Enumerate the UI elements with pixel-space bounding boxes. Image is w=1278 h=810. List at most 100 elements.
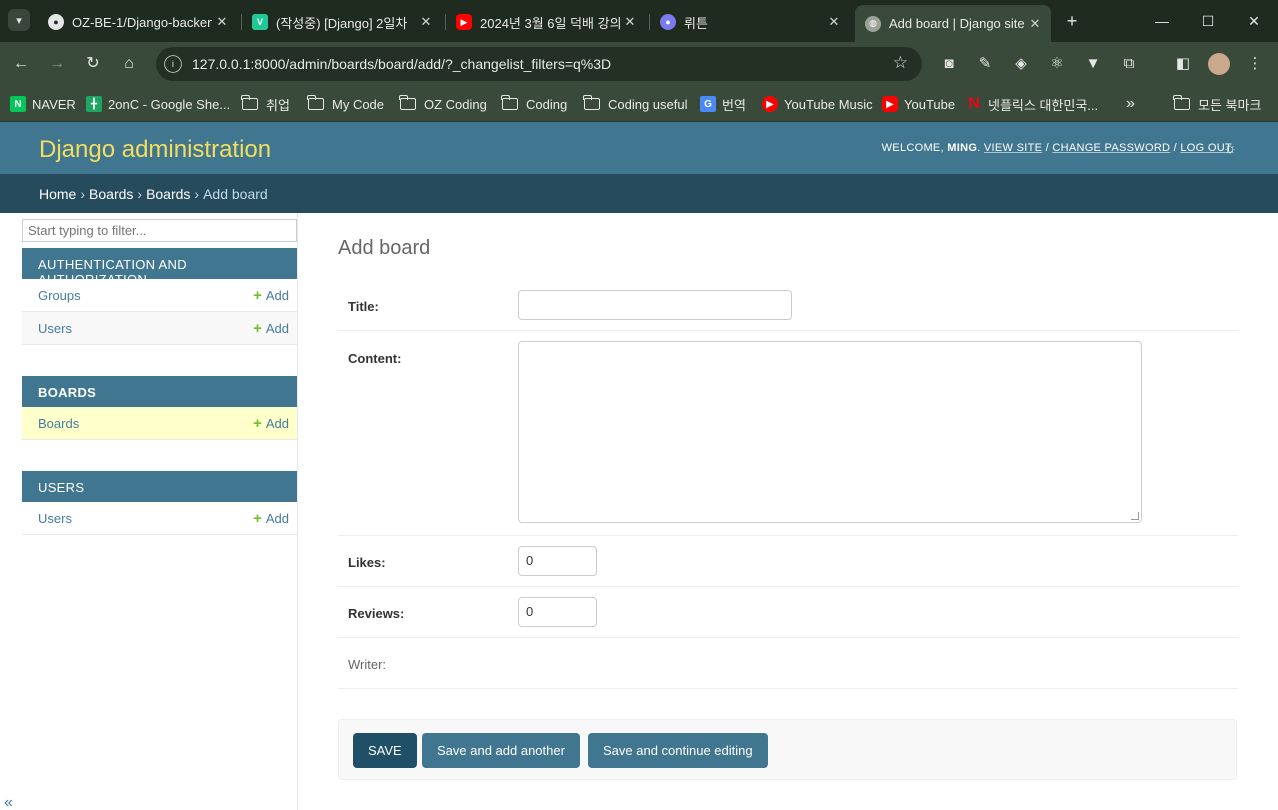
browser-tab[interactable]: ▶ 2024년 3월 6일 덕배 강의 ✕ [446, 6, 646, 38]
extension-icon[interactable]: ◈ [1010, 53, 1032, 75]
breadcrumb-home[interactable]: Home [39, 186, 76, 202]
vue-devtools-icon[interactable]: ▼ [1082, 53, 1104, 75]
profile-avatar[interactable] [1208, 53, 1230, 75]
eyedropper-icon[interactable]: ✎ [974, 53, 996, 75]
breadcrumb-model[interactable]: Boards [146, 186, 190, 202]
save-button[interactable]: SAVE [353, 733, 417, 768]
save-and-continue-editing-button[interactable]: Save and continue editing [588, 733, 768, 768]
likes-input[interactable]: 0 [518, 546, 597, 576]
sidebar-item-label[interactable]: Boards [38, 416, 79, 431]
bookmark-label: Coding [526, 96, 568, 112]
submit-row: SAVE Save and add another Save and conti… [338, 719, 1237, 780]
bookmark-star-icon[interactable]: ☆ [893, 53, 908, 73]
bookmark-label: OZ Coding [424, 96, 487, 112]
home-icon[interactable]: ⌂ [118, 53, 140, 75]
bookmark-sheets[interactable]: ╋ 2onC - Google She... [86, 93, 230, 115]
site-branding[interactable]: Django administration [39, 136, 271, 164]
tab-close-icon[interactable]: ✕ [620, 14, 640, 30]
sidebar-item-groups[interactable]: Groups + Add [22, 279, 297, 312]
theme-toggle-sun-icon[interactable]: ☼ [1222, 141, 1238, 157]
bookmark-youtube-music[interactable]: ▶ YouTube Music [762, 93, 873, 115]
sidebar-item-label[interactable]: Groups [38, 288, 81, 303]
tab-close-icon[interactable]: ✕ [1025, 16, 1045, 32]
sidebar-item-users[interactable]: Users + Add [22, 502, 297, 535]
url-text: 127.0.0.1:8000/admin/boards/board/add/?_… [192, 56, 612, 72]
add-link[interactable]: + Add [253, 287, 289, 304]
sidebar-item-boards[interactable]: Boards + Add [22, 407, 297, 440]
side-panel-icon[interactable]: ◧ [1172, 53, 1194, 75]
title-input[interactable] [518, 290, 792, 320]
forward-arrow-icon[interactable]: → [46, 53, 68, 75]
youtube-music-icon: ▶ [762, 96, 778, 112]
reload-icon[interactable]: ↻ [82, 53, 104, 75]
browser-tab[interactable]: ● 뤼튼 ✕ [650, 6, 850, 38]
module-caption[interactable]: USERS [22, 471, 297, 502]
bookmark-netflix[interactable]: N 넷플릭스 대한민국... [966, 93, 1098, 115]
browser-tab-active[interactable]: ◍ Add board | Django site admin ✕ [855, 5, 1051, 42]
resize-handle-icon[interactable] [1131, 512, 1139, 520]
all-bookmarks-folder[interactable]: 모든 북마크 [1173, 93, 1261, 115]
writer-label: Writer: [348, 657, 387, 672]
new-tab-button[interactable]: + [1062, 10, 1082, 32]
plus-icon: + [253, 415, 262, 432]
react-devtools-icon[interactable]: ⚛ [1046, 53, 1068, 75]
bookmark-naver[interactable]: N NAVER [10, 93, 76, 115]
tab-close-icon[interactable]: ✕ [212, 14, 232, 30]
maximize-icon[interactable]: ☐ [1196, 10, 1220, 32]
sidebar-item-label[interactable]: Users [38, 321, 72, 336]
reviews-input[interactable]: 0 [518, 597, 597, 627]
sidebar-item-label[interactable]: Users [38, 511, 72, 526]
module-caption[interactable]: BOARDS [22, 376, 297, 407]
window-close-icon[interactable]: ✕ [1242, 10, 1266, 32]
form-row-content: Content: [338, 331, 1238, 536]
tab-close-icon[interactable]: ✕ [824, 14, 844, 30]
toggle-sidebar-button[interactable]: « [4, 794, 13, 810]
site-info-icon[interactable]: i [164, 55, 182, 73]
nav-sidebar: AUTHENTICATION AND AUTHORIZATION Groups … [0, 213, 298, 810]
add-link[interactable]: + Add [253, 415, 289, 432]
bookmark-folder[interactable]: OZ Coding [399, 93, 487, 115]
tab-close-icon[interactable]: ✕ [416, 14, 436, 30]
module-caption[interactable]: AUTHENTICATION AND AUTHORIZATION [22, 248, 297, 287]
add-link[interactable]: + Add [253, 320, 289, 337]
puzzle-icon[interactable]: ⧉ [1118, 53, 1140, 75]
browser-tab[interactable]: ● OZ-BE-1/Django-backend ✕ [38, 6, 238, 38]
bookmark-folder[interactable]: 취업 [241, 93, 290, 115]
username: MING [947, 142, 978, 154]
minimize-icon[interactable]: — [1150, 10, 1174, 32]
change-password-link[interactable]: CHANGE PASSWORD [1052, 142, 1170, 154]
bookmark-translate[interactable]: G 번역 [700, 93, 746, 115]
user-tools: WELCOME, MING. VIEW SITE / CHANGE PASSWO… [881, 142, 1232, 154]
reviews-label: Reviews: [348, 606, 405, 621]
app-module-users: USERS Users + Add [22, 471, 297, 535]
plus-icon: + [253, 287, 262, 304]
browser-tab[interactable]: V (작성중) [Django] 2일차 ✕ [242, 6, 442, 38]
app-module-auth: AUTHENTICATION AND AUTHORIZATION Groups … [22, 248, 297, 345]
content-textarea[interactable] [518, 341, 1142, 523]
browser-toolbar: ← → ↻ ⌂ i 127.0.0.1:8000/admin/boards/bo… [0, 42, 1278, 86]
bookmark-label: YouTube Music [784, 96, 873, 112]
bookmark-folder[interactable]: My Code [307, 93, 384, 115]
tab-title: (작성중) [Django] 2일차 [276, 15, 408, 31]
bookmark-label: 번역 [722, 97, 746, 113]
bookmark-youtube[interactable]: ▶ YouTube [882, 93, 955, 115]
sidebar-item-users[interactable]: Users + Add [22, 312, 297, 345]
camera-icon[interactable]: ◙ [938, 53, 960, 75]
back-arrow-icon[interactable]: ← [10, 53, 32, 75]
more-bookmarks-chevron-icon[interactable]: » [1126, 93, 1135, 115]
bookmark-folder[interactable]: Coding [501, 93, 568, 115]
kebab-menu-icon[interactable]: ⋮ [1244, 53, 1266, 75]
form-row-likes: Likes: 0 [338, 536, 1238, 587]
add-link[interactable]: + Add [253, 510, 289, 527]
save-and-add-another-button[interactable]: Save and add another [422, 733, 580, 768]
bookmark-label: NAVER [32, 96, 76, 112]
tab-title: 뤼튼 [684, 15, 708, 31]
breadcrumb-app[interactable]: Boards [89, 186, 133, 202]
plus-icon: + [253, 510, 262, 527]
bookmark-folder[interactable]: Coding useful [583, 93, 688, 115]
nav-filter-input[interactable] [22, 219, 297, 242]
breadcrumb: Home › Boards › Boards › Add board [0, 174, 1278, 213]
tab-search-dropdown-icon[interactable]: ▾ [8, 9, 30, 31]
address-bar[interactable]: i 127.0.0.1:8000/admin/boards/board/add/… [156, 47, 922, 81]
view-site-link[interactable]: VIEW SITE [984, 142, 1042, 154]
